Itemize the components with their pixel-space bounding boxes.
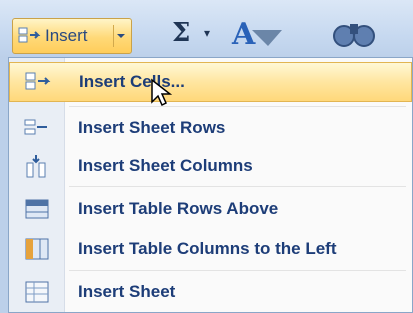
autosum-icon[interactable]: Σ xyxy=(172,16,190,50)
menu-item-label: Insert Table Rows Above xyxy=(78,199,279,218)
insert-split-button[interactable]: Insert xyxy=(12,18,132,54)
insert-cells-icon xyxy=(10,62,65,102)
menu-item-insert-sheet-columns[interactable]: Insert Sheet Columns xyxy=(9,146,412,186)
autosum-dropdown-icon[interactable]: ▾ xyxy=(204,16,210,50)
menu-item-insert-table-columns-left[interactable]: Insert Table Columns to the Left xyxy=(9,229,412,269)
menu-item-insert-cells[interactable]: Insert Cells... xyxy=(9,62,412,102)
menu-item-insert-sheet[interactable]: Insert Sheet xyxy=(9,272,412,312)
insert-button-label: Insert xyxy=(45,26,88,45)
sort-filter-icon[interactable]: A xyxy=(228,16,288,50)
insert-sheet-icon xyxy=(9,272,64,312)
menu-item-label: Insert Sheet Columns xyxy=(78,156,253,175)
menu-item-label: Insert Sheet Rows xyxy=(78,118,226,137)
menu-item-insert-sheet-rows[interactable]: Insert Sheet Rows xyxy=(9,108,412,148)
chevron-down-icon[interactable] xyxy=(113,25,128,47)
menu-item-label: Insert Table Columns to the Left xyxy=(78,239,337,258)
binoculars-icon[interactable] xyxy=(330,16,380,50)
menu-item-label: Insert Sheet xyxy=(78,282,176,301)
sort-letter: A xyxy=(231,17,256,50)
mouse-pointer-icon xyxy=(150,78,173,113)
insert-table-columns-icon xyxy=(9,229,64,269)
ribbon: Insert Σ ▾ A xyxy=(0,0,413,58)
menu-item-insert-table-rows-above[interactable]: Insert Table Rows Above xyxy=(9,189,412,229)
insert-table-rows-icon xyxy=(9,189,64,229)
menu-separator xyxy=(69,270,406,271)
insert-rows-icon xyxy=(9,108,64,148)
menu-separator xyxy=(69,186,406,187)
insert-cells-icon xyxy=(17,25,43,47)
menu-separator xyxy=(69,106,406,107)
insert-columns-icon xyxy=(9,146,64,186)
insert-dropdown-menu: Insert Cells... Insert Sheet Rows Insert… xyxy=(8,57,413,313)
